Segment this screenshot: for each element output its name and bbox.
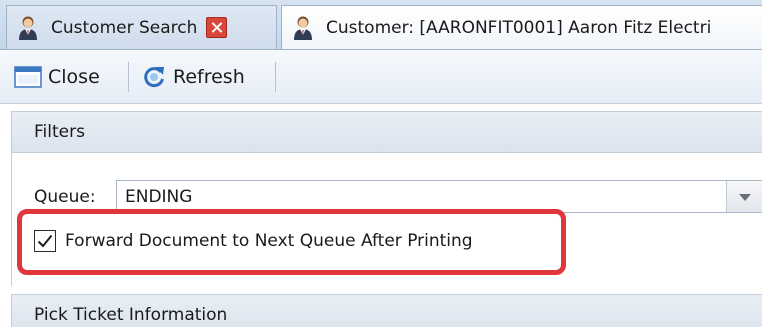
toolbar-separator [128,62,129,92]
refresh-button[interactable]: Refresh [141,62,245,92]
forward-document-label: Forward Document to Next Queue After Pri… [65,231,473,251]
refresh-label: Refresh [173,66,245,88]
queue-value: ENDING [125,187,193,207]
filters-title: Filters [34,122,85,142]
tab-label: Customer Search [51,17,198,38]
pick-ticket-title: Pick Ticket Information [34,305,228,325]
queue-select[interactable]: ENDING [116,180,762,213]
pick-ticket-panel-header[interactable]: Pick Ticket Information [11,294,762,327]
toolbar: Close Refresh [0,50,762,104]
close-label: Close [48,66,100,88]
tab-bar: Customer Search Customer: [AARONFIT0001]… [0,0,762,50]
tab-customer-search[interactable]: Customer Search [6,5,277,49]
close-tab-icon[interactable] [206,17,228,38]
tab-customer-detail[interactable]: Customer: [AARONFIT0001] Aaron Fitz Elec… [281,5,762,49]
customer-icon [294,16,312,40]
tab-label: Customer: [AARONFIT0001] Aaron Fitz Elec… [326,17,712,38]
filters-panel-body [11,153,762,286]
filters-panel-header[interactable]: Filters [11,111,762,153]
dropdown-button[interactable] [726,181,762,212]
checkmark-icon [37,234,53,248]
chevron-down-icon [739,194,751,201]
window-icon [14,66,42,88]
forward-document-option[interactable]: Forward Document to Next Queue After Pri… [34,228,473,254]
forward-document-checkbox[interactable] [34,230,56,252]
app-window: Customer Search Customer: [AARONFIT0001]… [0,0,762,327]
customer-icon [19,16,37,40]
queue-label: Queue: [34,187,96,207]
refresh-icon [144,67,164,88]
close-button[interactable]: Close [14,62,100,92]
toolbar-separator [275,62,276,92]
